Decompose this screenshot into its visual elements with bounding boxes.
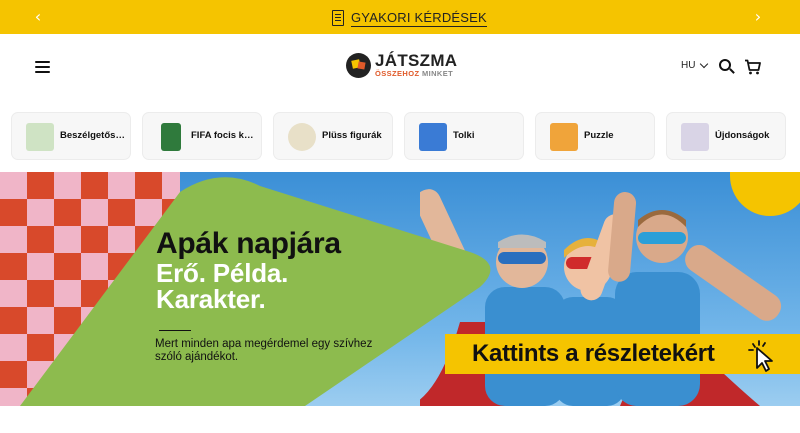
divider [159, 330, 191, 332]
category-label: Beszélgetős, ... [60, 130, 126, 141]
category-item[interactable]: Puzzle [535, 112, 655, 160]
cart-icon[interactable] [744, 59, 761, 75]
chevron-right-icon[interactable]: › [751, 8, 765, 26]
site-logo[interactable]: JÁTSZMA ÖSSZEHOZ MINKET [346, 50, 457, 80]
faq-link[interactable]: GYAKORI KÉRDÉSEK [332, 8, 487, 28]
hero-tagline-2: Karakter. [156, 284, 266, 314]
language-label: HU [681, 60, 696, 71]
category-thumbnail [26, 123, 54, 151]
category-item[interactable]: Plüss figurák [273, 112, 393, 160]
language-selector[interactable]: HU [681, 59, 709, 71]
category-thumbnail [161, 123, 181, 151]
search-icon[interactable] [719, 59, 735, 75]
hero-banner[interactable]: Apák napjára Erő. Példa. Karakter. Mert … [0, 172, 800, 406]
category-item[interactable]: Újdonságok [666, 112, 786, 160]
click-cursor-icon [748, 340, 773, 372]
category-label: Tolki [453, 130, 475, 141]
logo-text: JÁTSZMA [375, 51, 458, 71]
logo-dice-icon [346, 52, 371, 78]
hero-title: Apák napjára [156, 227, 341, 260]
faq-link-label: GYAKORI KÉRDÉSEK [351, 9, 487, 27]
category-list: Beszélgetős, ... FIFA focis kár... Plüss… [11, 112, 787, 160]
announcement-bar: ‹ GYAKORI KÉRDÉSEK › [0, 0, 800, 34]
category-label: Plüss figurák [322, 130, 382, 141]
document-icon [332, 10, 344, 26]
logo-tagline: ÖSSZEHOZ MINKET [375, 69, 454, 79]
category-item[interactable]: Beszélgetős, ... [11, 112, 131, 160]
category-thumbnail [550, 123, 578, 151]
hamburger-menu-icon[interactable] [35, 61, 50, 73]
details-button[interactable]: Kattints a részletekért [445, 334, 800, 374]
category-item[interactable]: Tolki [404, 112, 524, 160]
category-label: Újdonságok [715, 130, 770, 141]
category-thumbnail [681, 123, 709, 151]
category-item[interactable]: FIFA focis kár... [142, 112, 262, 160]
chevron-left-icon[interactable]: ‹ [31, 8, 45, 26]
details-button-label: Kattints a részletekért [472, 340, 715, 367]
chevron-down-icon [700, 59, 709, 68]
category-label: FIFA focis kár... [191, 130, 257, 141]
category-thumbnail [419, 123, 447, 151]
category-label: Puzzle [584, 130, 614, 141]
site-header: JÁTSZMA ÖSSZEHOZ MINKET HU [0, 34, 800, 100]
hero-subtitle: Mert minden apa megérdemel egy szívhez s… [155, 338, 373, 363]
category-thumbnail [288, 123, 316, 151]
